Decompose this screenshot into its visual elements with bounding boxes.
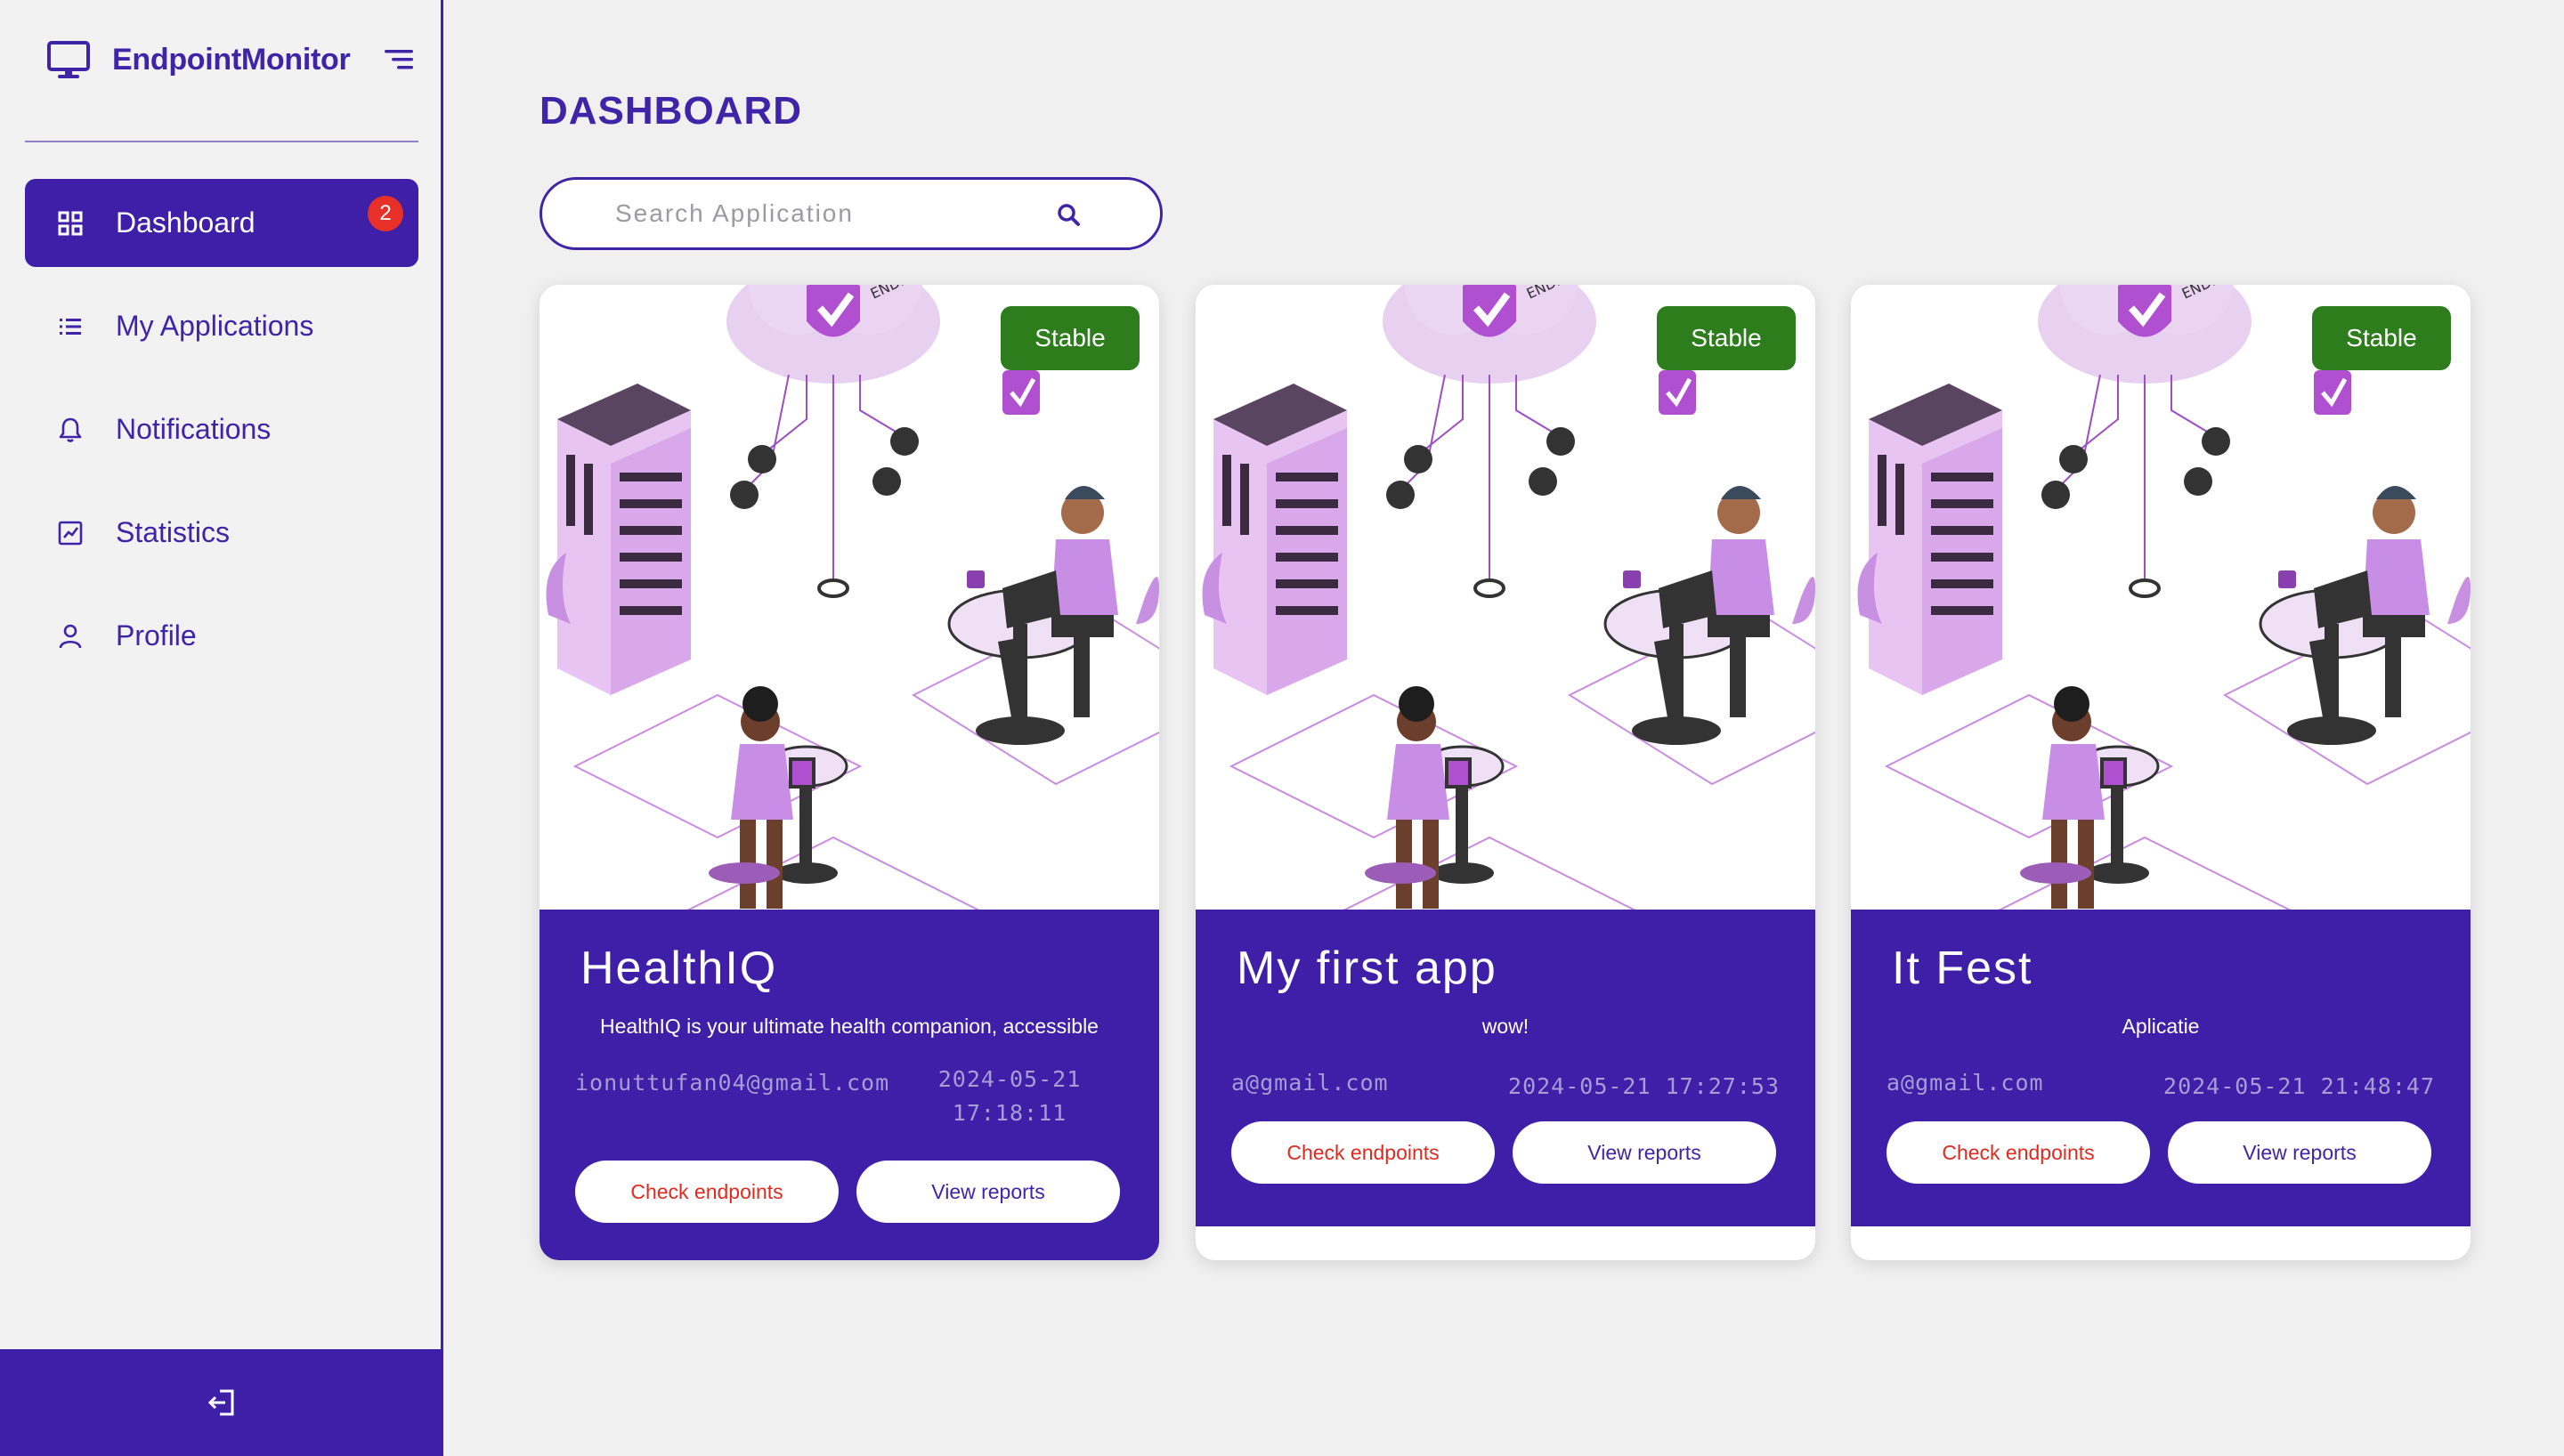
app-description: Aplicatie	[2122, 1015, 2200, 1038]
list-icon	[60, 318, 81, 335]
logout-icon[interactable]	[206, 1387, 238, 1419]
check-endpoints-button[interactable]: Check endpoints	[575, 1161, 839, 1223]
status-badge: Stable	[2312, 306, 2451, 370]
app-date: 2024-05-21 17:27:53	[1508, 1073, 1780, 1099]
app-name: It Fest	[1892, 942, 2033, 994]
application-card: Stable HealthIQ HealthIQ is your ultimat…	[540, 285, 1159, 1260]
notification-badge: 2	[368, 196, 403, 231]
status-badge: Stable	[1657, 306, 1796, 370]
card-info: My first app wow! a@gmail.com 2024-05-21…	[1196, 910, 1815, 1226]
monitor-icon	[47, 41, 90, 78]
sidebar-divider	[25, 141, 418, 142]
app-date: 2024-05-21 17:18:11	[937, 1066, 1082, 1126]
sidebar-item-notifications[interactable]: Notifications	[25, 385, 418, 473]
view-reports-button[interactable]: View reports	[2168, 1121, 2431, 1184]
grid-icon	[58, 211, 83, 235]
endpoint-security-illustration	[1851, 285, 2471, 910]
card-info: It Fest Aplicatie a@gmail.com 2024-05-21…	[1851, 910, 2471, 1226]
view-reports-button[interactable]: View reports	[856, 1161, 1120, 1223]
bell-icon	[59, 417, 82, 442]
app-name: My first app	[1237, 942, 1497, 994]
sidebar-item-label: Statistics	[116, 516, 231, 548]
app-date: 2024-05-21 21:48:47	[2163, 1073, 2435, 1099]
app-email: ionuttufan04@gmail.com	[575, 1070, 890, 1096]
brand-name: EndpointMonitor	[112, 42, 351, 77]
sidebar: EndpointMonitor Dashboard My Application…	[0, 0, 443, 1456]
sidebar-item-profile[interactable]: Profile	[25, 592, 418, 680]
application-card: Stable It Fest Aplicatie a@gmail.com 202…	[1851, 285, 2471, 1260]
app-email: a@gmail.com	[1886, 1070, 2044, 1096]
logout-bar	[0, 1349, 443, 1456]
app-description: wow!	[1481, 1015, 1529, 1038]
card-info: HealthIQ HealthIQ is your ultimate healt…	[540, 910, 1159, 1260]
sidebar-item-dashboard[interactable]: Dashboard	[25, 179, 418, 267]
sidebar-nav: Dashboard My Applications Notifications	[25, 179, 418, 695]
status-badge: Stable	[1001, 306, 1140, 370]
search-input[interactable]	[615, 199, 1043, 228]
sidebar-item-my-applications[interactable]: My Applications	[25, 282, 418, 370]
search-icon[interactable]	[1055, 201, 1082, 228]
search-bar	[540, 177, 1163, 250]
sidebar-item-label: Profile	[116, 619, 197, 651]
sidebar-item-label: My Applications	[116, 310, 314, 342]
brand: EndpointMonitor	[46, 37, 420, 82]
sidebar-item-label: Notifications	[116, 413, 272, 445]
page-title: DASHBOARD	[540, 89, 802, 133]
chart-icon	[58, 521, 83, 545]
view-reports-button[interactable]: View reports	[1513, 1121, 1776, 1184]
sidebar-item-statistics[interactable]: Statistics	[25, 489, 418, 577]
app-email: a@gmail.com	[1231, 1070, 1389, 1096]
sidebar-item-label: Dashboard	[116, 206, 256, 239]
check-endpoints-button[interactable]: Check endpoints	[1886, 1121, 2150, 1184]
endpoint-security-illustration	[1196, 285, 1815, 910]
app-name: HealthIQ	[580, 942, 778, 994]
application-card: Stable My first app wow! a@gmail.com 202…	[1196, 285, 1815, 1260]
menu-icon[interactable]	[383, 44, 415, 75]
user-icon	[59, 624, 82, 648]
endpoint-security-illustration	[540, 285, 1159, 910]
check-endpoints-button[interactable]: Check endpoints	[1231, 1121, 1495, 1184]
app-description: HealthIQ is your ultimate health compani…	[600, 1015, 1099, 1038]
